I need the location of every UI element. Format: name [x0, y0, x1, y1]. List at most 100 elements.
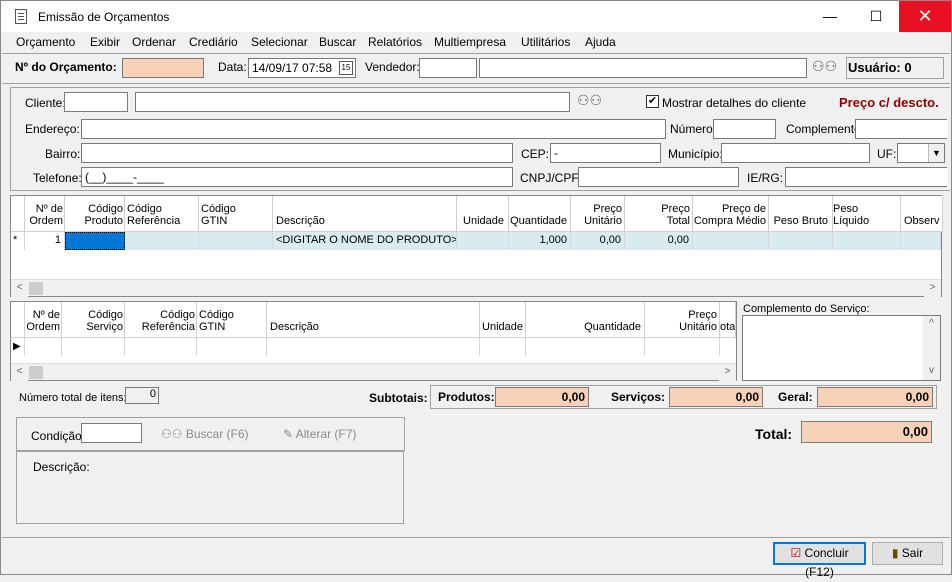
products-hscrollbar[interactable]: < > [11, 279, 941, 297]
scroll-thumb[interactable] [29, 366, 43, 379]
col-header-preco-compra[interactable]: Preço de Compra Médio [693, 196, 769, 232]
scroll-thumb[interactable] [29, 282, 43, 295]
close-button[interactable]: ✕ [899, 1, 951, 32]
complemento-vscrollbar[interactable]: ^ v [923, 316, 940, 380]
buscar-button[interactable]: ⚇⚇ Buscar (F6) [161, 427, 249, 441]
col-header-quantidade[interactable]: Quantidade [509, 196, 571, 232]
col-header-unidade[interactable]: Unidade [480, 302, 526, 338]
municipio-input[interactable] [721, 143, 870, 163]
cell-codigo-referencia[interactable] [125, 338, 197, 356]
cliente-code-input[interactable] [64, 92, 128, 112]
col-header-unidade[interactable]: Unidade [457, 196, 509, 232]
chevron-down-icon[interactable]: ▼ [928, 144, 944, 162]
table-row[interactable]: ▶ [11, 338, 736, 356]
telefone-input[interactable]: (__)____-____ [81, 167, 513, 187]
servicos-label: Serviços: [611, 390, 666, 404]
uf-select[interactable]: ▼ [897, 143, 945, 163]
col-header-ordem[interactable]: Nº de Ordem [25, 196, 65, 232]
cell-ordem[interactable]: 1 [25, 232, 65, 250]
cell-codigo-produto[interactable] [65, 232, 125, 250]
numero-orcamento-input[interactable] [122, 58, 204, 78]
alterar-button[interactable]: ✎ Alterar (F7) [283, 427, 356, 441]
edit-icon: ✎ [283, 427, 294, 441]
col-header-ordem[interactable]: Nº de Ordem [25, 302, 62, 338]
cell-quantidade[interactable]: 1,000 [509, 232, 571, 250]
minimize-button[interactable]: — [807, 1, 853, 32]
cell-preco-total[interactable]: 0,00 [625, 232, 693, 250]
col-header-codigo-referencia[interactable]: Código Referência [125, 302, 197, 338]
cell-ordem[interactable] [25, 338, 62, 356]
scroll-right-icon[interactable]: > [719, 364, 736, 381]
col-header-codigo-produto[interactable]: Código Produto [65, 196, 125, 232]
binoculars-icon[interactable]: ⚇⚇ [577, 92, 602, 109]
col-header-quantidade[interactable]: Quantidade [526, 302, 645, 338]
vendedor-name-input[interactable] [479, 58, 807, 78]
cell-descricao[interactable]: <DIGITAR O NOME DO PRODUTO> [273, 232, 457, 250]
cell-unidade[interactable] [480, 338, 526, 356]
cell-codigo-gtin[interactable] [197, 338, 267, 356]
menu-orcamento[interactable]: Orçamento [16, 35, 75, 49]
col-header-total[interactable]: otal [720, 302, 736, 338]
menu-multiempresa[interactable]: Multiempresa [434, 35, 506, 49]
col-header-preco-total[interactable]: Preço Total [625, 196, 693, 232]
cell-peso-bruto[interactable] [769, 232, 833, 250]
col-header-descricao[interactable]: Descrição [267, 302, 480, 338]
menu-utilitarios[interactable]: Utilitários [521, 35, 570, 49]
cell-preco-compra[interactable] [693, 232, 769, 250]
col-header-preco-unitario[interactable]: Preço Unitário [571, 196, 625, 232]
concluir-button[interactable]: ☑ Concluir (F12) [773, 542, 866, 579]
cell-unidade[interactable] [457, 232, 509, 250]
scroll-left-icon[interactable]: < [11, 280, 28, 297]
data-input[interactable]: 14/09/17 07:58 15 [248, 58, 356, 78]
complemento-input[interactable] [855, 119, 947, 139]
complemento-servico-textarea[interactable]: ^ v [742, 315, 941, 381]
col-header-peso-bruto[interactable]: Peso Bruto [769, 196, 833, 232]
endereco-input[interactable] [81, 119, 666, 139]
cell-peso-liquido[interactable] [833, 232, 901, 250]
scroll-up-icon[interactable]: ^ [923, 316, 940, 333]
col-header-observ[interactable]: Observ [901, 196, 943, 232]
col-header-peso-liquido[interactable]: Peso Líquido [833, 196, 901, 232]
mostrar-detalhes-checkbox[interactable]: ✔ [646, 95, 659, 108]
cell-observ[interactable] [901, 232, 941, 250]
condicao-input[interactable] [81, 423, 142, 443]
col-header-codigo-referencia[interactable]: Código Referência [125, 196, 199, 232]
binoculars-icon[interactable]: ⚇⚇ [812, 58, 837, 75]
cliente-name-input[interactable] [135, 92, 570, 112]
cell-quantidade[interactable] [526, 338, 645, 356]
cell-preco-unitario[interactable] [645, 338, 720, 356]
menu-crediario[interactable]: Crediário [189, 35, 238, 49]
cell-codigo-referencia[interactable] [125, 232, 199, 250]
cell-codigo-servico[interactable] [62, 338, 125, 356]
col-header-descricao[interactable]: Descrição [273, 196, 457, 232]
menu-relatorios[interactable]: Relatórios [368, 35, 422, 49]
calendar-icon[interactable]: 15 [339, 61, 353, 75]
col-header-preco-unitario[interactable]: Preço Unitário [645, 302, 720, 338]
col-header-codigo-gtin[interactable]: Código GTIN [199, 196, 273, 232]
scroll-left-icon[interactable]: < [11, 364, 28, 381]
menu-buscar[interactable]: Buscar [319, 35, 356, 49]
bairro-input[interactable] [81, 143, 513, 163]
menu-ordenar[interactable]: Ordenar [132, 35, 176, 49]
numero-input[interactable] [713, 119, 776, 139]
services-grid[interactable]: Nº de Ordem Código Serviço Código Referênci… [10, 301, 737, 381]
vendedor-code-input[interactable] [419, 58, 477, 78]
table-row[interactable]: * 1 <DIGITAR O NOME DO PRODUTO> 1,000 0,… [11, 232, 941, 250]
cep-input[interactable]: - [550, 143, 661, 163]
menu-exibir[interactable]: Exibir [90, 35, 120, 49]
menu-selecionar[interactable]: Selecionar [251, 35, 308, 49]
cnpj-input[interactable] [578, 167, 739, 187]
maximize-button[interactable]: ☐ [853, 1, 899, 32]
ie-input[interactable] [785, 167, 947, 187]
col-header-codigo-servico[interactable]: Código Serviço [62, 302, 125, 338]
cell-codigo-gtin[interactable] [199, 232, 273, 250]
col-header-codigo-gtin[interactable]: Código GTIN [197, 302, 267, 338]
menu-ajuda[interactable]: Ajuda [585, 35, 616, 49]
scroll-right-icon[interactable]: > [924, 280, 941, 297]
services-hscrollbar[interactable]: < > [11, 363, 736, 381]
products-grid[interactable]: Nº de Ordem Código Produto Código Referênci… [10, 195, 943, 297]
cell-descricao[interactable] [267, 338, 480, 356]
cell-preco-unitario[interactable]: 0,00 [571, 232, 625, 250]
scroll-down-icon[interactable]: v [923, 363, 940, 380]
sair-button[interactable]: ▮ Sair [872, 542, 943, 565]
